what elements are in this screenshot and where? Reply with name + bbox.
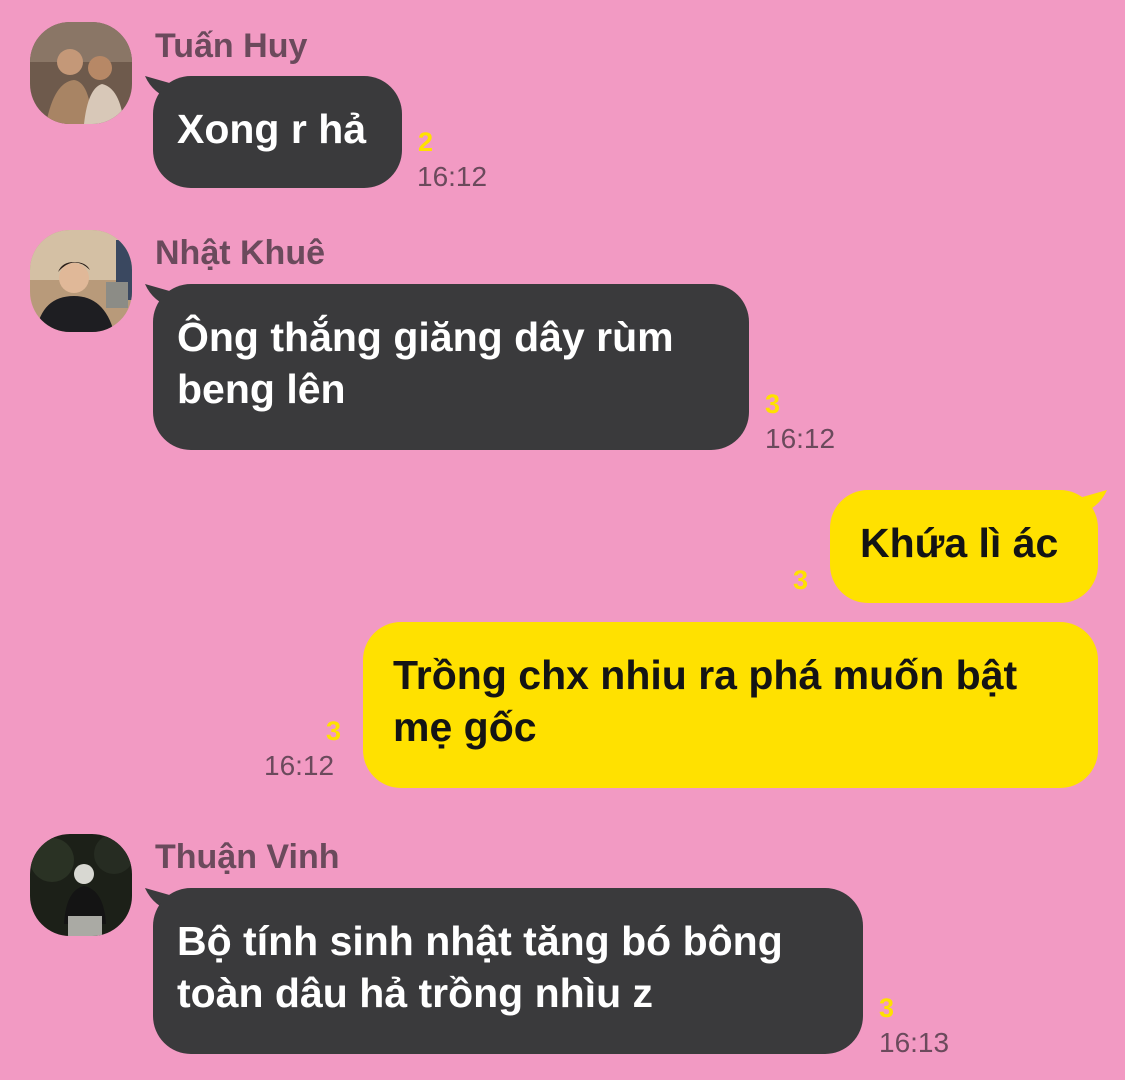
message-text: Xong r hả: [177, 106, 367, 152]
message-text: Bộ tính sinh nhật tăng bó bông toàn dâu …: [177, 918, 783, 1016]
bubble-tail: [1079, 490, 1107, 514]
avatar-photo-icon: [30, 834, 132, 936]
avatar-thuan-vinh[interactable]: [30, 834, 132, 936]
message-bubble[interactable]: Bộ tính sinh nhật tăng bó bông toàn dâu …: [153, 888, 863, 1054]
avatar-photo-icon: [30, 230, 132, 332]
sender-name: Nhật Khuê: [155, 234, 325, 272]
unread-count: 3: [326, 716, 342, 746]
message-time: 16:12: [264, 750, 335, 781]
message-bubble[interactable]: Khứa lì ác: [830, 490, 1098, 603]
message-time: 16:12: [765, 423, 836, 454]
avatar-tuan-huy[interactable]: [30, 22, 132, 124]
avatar-photo-icon: [30, 22, 132, 124]
message-time: 16:13: [879, 1027, 950, 1058]
message-bubble[interactable]: Trồng chx nhiu ra phá muốn bật mẹ gốc: [363, 622, 1098, 788]
sender-name: Thuận Vinh: [155, 838, 340, 876]
message-text: Ông thắng giăng dây rùm beng lên: [177, 314, 674, 412]
unread-count: 3: [793, 565, 809, 595]
unread-count: 3: [765, 389, 781, 419]
message-bubble[interactable]: Ông thắng giăng dây rùm beng lên: [153, 284, 749, 450]
message-text: Trồng chx nhiu ra phá muốn bật mẹ gốc: [393, 652, 1018, 750]
message-bubble[interactable]: Xong r hả: [153, 76, 402, 188]
sender-name: Tuấn Huy: [155, 27, 308, 65]
message-text: Khứa lì ác: [860, 520, 1059, 566]
unread-count: 2: [418, 127, 434, 157]
chat-view[interactable]: Tuấn Huy Xong r hả 2 16:12 Nhật Khuê Ông…: [0, 0, 1125, 1080]
unread-count: 3: [879, 993, 895, 1023]
message-time: 16:12: [417, 161, 488, 192]
avatar-nhat-khue[interactable]: [30, 230, 132, 332]
